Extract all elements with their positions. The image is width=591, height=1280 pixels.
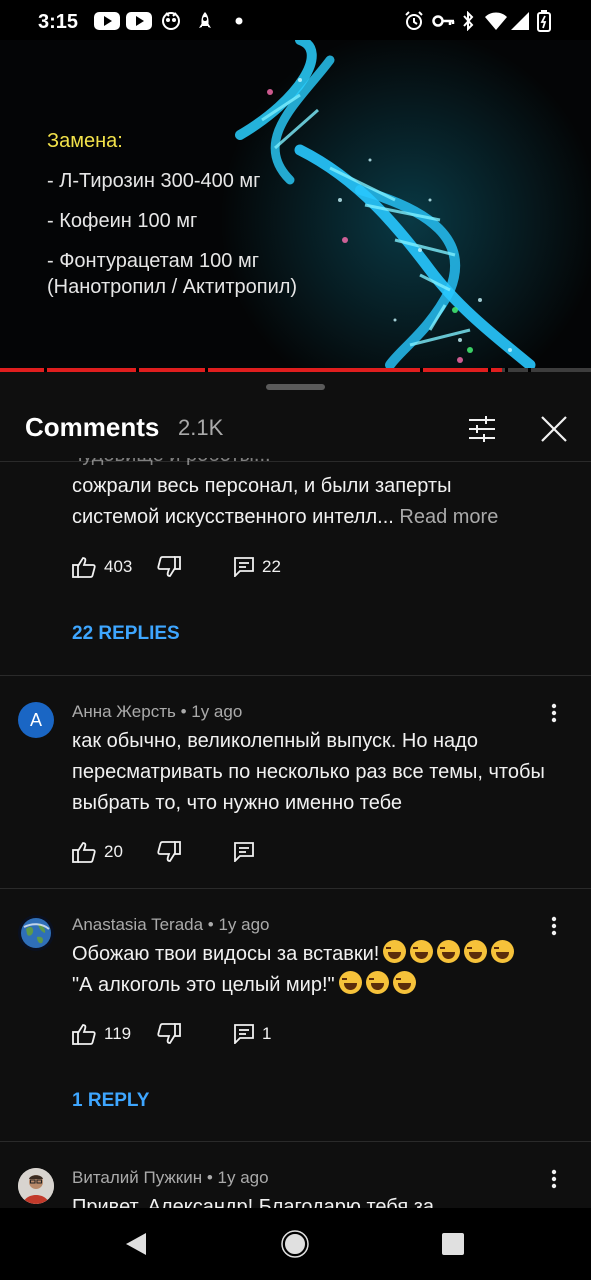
comment-time: 1y ago	[191, 702, 243, 721]
wifi-icon	[484, 11, 508, 31]
recents-square-icon[interactable]	[435, 1226, 471, 1262]
back-triangle-icon[interactable]	[118, 1226, 154, 1262]
dislike-button[interactable]	[157, 840, 181, 864]
laughing-tears-emoji	[338, 971, 362, 994]
comment-time: 1y ago	[217, 1168, 269, 1187]
comment-icon	[234, 1024, 254, 1044]
laughing-tears-emoji	[464, 940, 488, 963]
reply-button[interactable]: 1	[234, 1022, 271, 1046]
laughing-tears-emoji	[383, 940, 407, 963]
alarm-icon	[404, 11, 424, 31]
comment-text: сожрали весь персонал, и были заперты си…	[72, 471, 552, 533]
comment-line: системой искусственного интелл...	[72, 506, 394, 528]
comment-time: 1y ago	[218, 915, 270, 934]
thumbs-down-icon	[157, 1023, 181, 1044]
dislike-button[interactable]	[157, 1022, 181, 1046]
battery-icon	[536, 10, 552, 32]
divider	[0, 1141, 591, 1142]
reply-button[interactable]	[234, 840, 254, 864]
thumbs-down-icon	[157, 841, 181, 862]
thumbs-down-icon	[157, 556, 181, 577]
laughing-tears-emoji	[491, 940, 515, 963]
laughing-tears-emoji	[365, 971, 389, 994]
comment-text: Обожаю твои видосы за вставки! "А алкого…	[72, 939, 552, 1001]
sliders-icon[interactable]	[462, 409, 502, 449]
divider	[0, 675, 591, 676]
avatar[interactable]: A	[18, 702, 54, 738]
signal-icon	[510, 11, 530, 31]
dislike-button[interactable]	[157, 555, 181, 579]
brain-app-icon	[160, 11, 182, 31]
close-icon[interactable]	[534, 409, 574, 449]
comment-author[interactable]: Анна Жерсть	[72, 702, 176, 721]
comment-meta: Виталий Пужкин • 1y ago	[72, 1168, 269, 1187]
status-time: 3:15	[38, 11, 79, 33]
youtube-icon	[94, 11, 120, 31]
bluetooth-icon	[460, 11, 476, 31]
drag-handle[interactable]	[266, 384, 325, 390]
avatar-letter: A	[29, 709, 42, 730]
more-vert-icon[interactable]	[542, 1167, 566, 1191]
like-count: 119	[104, 1024, 132, 1043]
video-caption-title: Замена:	[47, 130, 123, 152]
reply-count: 22	[262, 557, 281, 576]
reply-button[interactable]: 22	[234, 555, 281, 579]
vpn-key-icon	[432, 11, 456, 31]
avatar[interactable]	[18, 1168, 54, 1204]
comment-meta: Anastasia Terada • 1y ago	[72, 915, 270, 934]
read-more-link[interactable]: Read more	[399, 506, 498, 528]
thumbs-up-icon	[72, 1024, 96, 1045]
divider	[0, 888, 591, 889]
comments-count: 2.1K	[178, 415, 224, 440]
comment-author[interactable]: Виталий Пужкин	[72, 1168, 202, 1187]
video-overlay-text: Замена: - Л-Тирозин 300-400 мг - Кофеин …	[47, 128, 297, 300]
avatar[interactable]	[18, 915, 54, 951]
like-button[interactable]: 403	[72, 555, 132, 579]
comments-header: Comments 2.1K	[0, 396, 591, 462]
like-count: 20	[104, 842, 123, 861]
comment-line: "А алкоголь это целый мир!"	[72, 974, 335, 996]
rocket-app-icon	[196, 11, 214, 31]
thumbs-up-icon	[72, 842, 96, 863]
laughing-tears-emoji	[392, 971, 416, 994]
comment-text: как обычно, великолепный выпуск. Но надо…	[72, 730, 545, 814]
comment-text: Привет, Александр! Благодарю тебя за	[72, 1196, 435, 1208]
like-button[interactable]: 20	[72, 840, 123, 864]
comment-icon	[234, 557, 254, 577]
home-circle-icon[interactable]	[277, 1226, 313, 1262]
comments-panel: Comments 2.1K чудовище и роботы... сожра…	[0, 372, 591, 1208]
more-vert-icon[interactable]	[542, 914, 566, 938]
comment-meta: Анна Жерсть • 1y ago	[72, 702, 243, 721]
dot-icon	[234, 11, 244, 31]
video-caption-line: - Кофеин 100 мг	[47, 210, 198, 232]
view-replies-button[interactable]: 22 REPLIES	[72, 623, 180, 645]
status-bar: 3:15	[0, 0, 591, 40]
video-caption-line: (Нанотропил / Актитропил)	[47, 276, 298, 298]
thumbs-up-icon	[72, 557, 96, 578]
like-count: 403	[104, 557, 133, 576]
video-player[interactable]: Замена: - Л-Тирозин 300-400 мг - Кофеин …	[0, 40, 591, 369]
youtube-icon	[126, 11, 152, 31]
comment-line: сожрали весь персонал, и были заперты	[72, 475, 452, 497]
laughing-tears-emoji	[410, 940, 434, 963]
comments-title: Comments	[25, 412, 160, 442]
view-replies-button[interactable]: 1 REPLY	[72, 1090, 149, 1112]
video-caption-line: - Фонтурацетам 100 мг	[47, 250, 260, 272]
reply-count: 1	[262, 1024, 272, 1043]
comment-author[interactable]: Anastasia Terada	[72, 915, 203, 934]
comment-icon	[234, 842, 254, 862]
system-nav-bar	[0, 1208, 591, 1280]
laughing-tears-emoji	[437, 940, 461, 963]
more-vert-icon[interactable]	[542, 701, 566, 725]
video-caption-line: - Л-Тирозин 300-400 мг	[47, 170, 261, 192]
like-button[interactable]: 119	[72, 1022, 131, 1046]
comment-line: Обожаю твои видосы за вставки!	[72, 943, 380, 965]
